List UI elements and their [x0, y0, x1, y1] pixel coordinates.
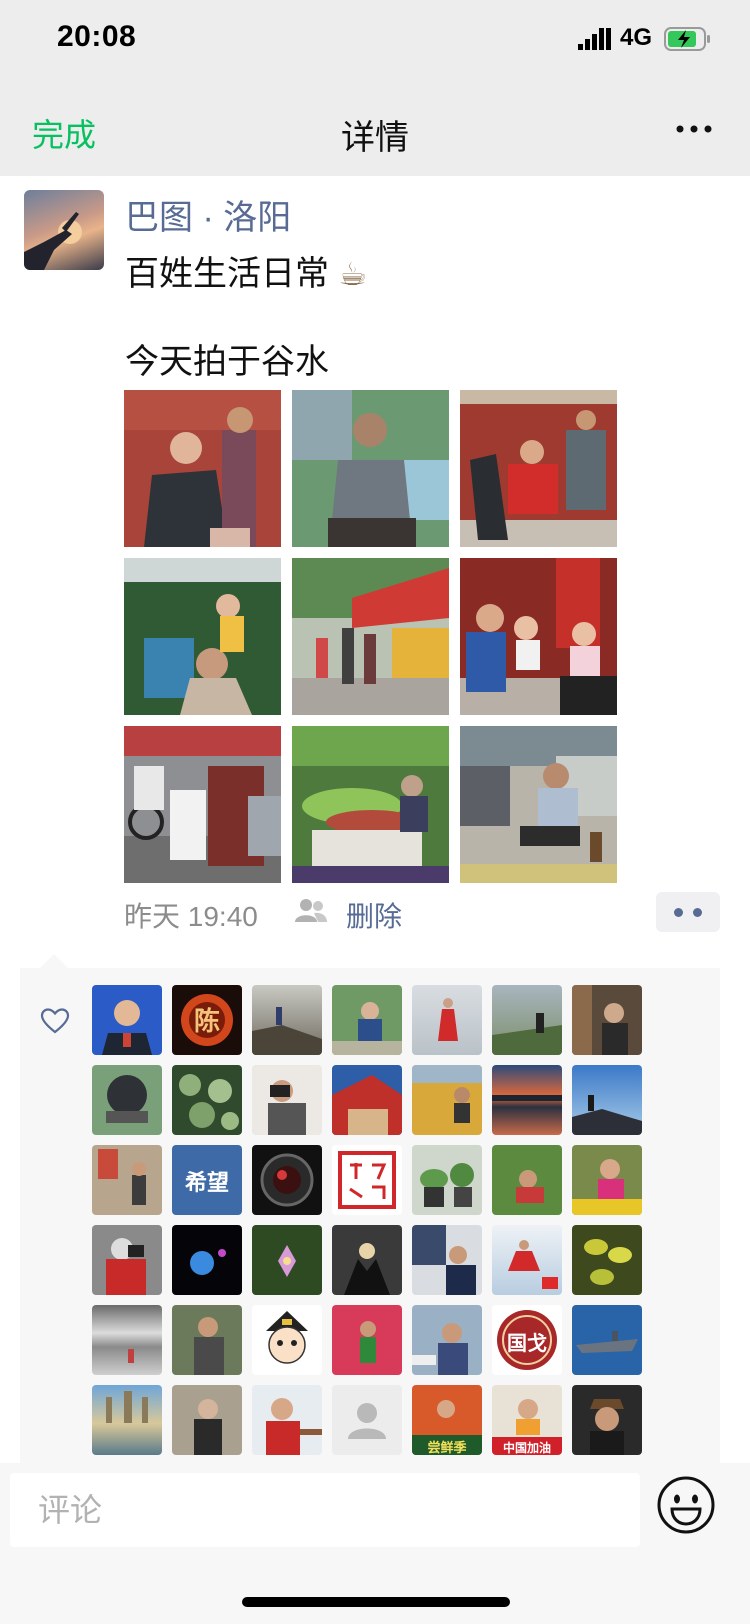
- like-avatar-man-with-poster[interactable]: [412, 1225, 482, 1295]
- like-avatar-woman-red-dress-sea[interactable]: [412, 985, 482, 1055]
- heart-icon: [40, 1008, 70, 1034]
- like-avatar-woman-yellow-flowers[interactable]: [572, 1145, 642, 1215]
- like-avatar-motorcycle-helmet[interactable]: [92, 1065, 162, 1135]
- comment-bar: [0, 1463, 750, 1624]
- photo-street-cyclists[interactable]: [124, 726, 281, 883]
- page-title: 详情: [341, 119, 409, 157]
- like-avatar-street-shop[interactable]: [92, 1145, 162, 1215]
- likes-panel-arrow: [40, 954, 68, 968]
- like-avatar-fire-chen-logo[interactable]: 陈: [172, 985, 242, 1055]
- photo-girl-on-mans-shoulders[interactable]: [124, 558, 281, 715]
- like-avatar-cartoon-boy[interactable]: [252, 1305, 322, 1375]
- visibility-people-icon: [295, 899, 327, 922]
- like-avatar-woman-in-grass[interactable]: [492, 1145, 562, 1215]
- battery-charging-icon: [664, 27, 710, 51]
- photo-vegetable-cart-vendor[interactable]: [292, 726, 449, 883]
- like-avatar-red-seal-calligraphy[interactable]: [332, 1145, 402, 1215]
- status-time: 20:08: [57, 20, 137, 53]
- like-avatar-blue-moon-night[interactable]: [172, 1225, 242, 1295]
- photo-barber-haircut-red-wall[interactable]: [124, 390, 281, 547]
- nav-bar: 完成 详情: [0, 84, 750, 176]
- like-avatar-pagodas-reflection[interactable]: [92, 1385, 162, 1455]
- likes-avatar-grid: 陈 希望 国戈 尝鲜季 中国加油: [92, 985, 642, 1455]
- like-avatar-mountain-silhouette[interactable]: [572, 1065, 642, 1135]
- delete-link[interactable]: 删除: [346, 895, 402, 935]
- like-avatar-lotus-leaves[interactable]: [172, 1065, 242, 1135]
- like-avatar-yellow-leaves[interactable]: [572, 1225, 642, 1295]
- post-text-line2: 今天拍于谷水: [125, 343, 329, 381]
- like-avatar-man-with-camera-tree[interactable]: [172, 1305, 242, 1375]
- avatar-text: 中国加油: [502, 1441, 551, 1455]
- like-avatar-potted-plants[interactable]: [412, 1145, 482, 1215]
- like-avatar-man-red-shirt[interactable]: [252, 1385, 322, 1455]
- like-avatar-sunset-reflection[interactable]: [492, 1065, 562, 1135]
- comment-like-menu-button[interactable]: [656, 892, 720, 932]
- photo-haircut-by-red-gate[interactable]: [460, 390, 617, 547]
- post-text-main: 百姓生活日常: [125, 255, 329, 293]
- like-avatar-photographer-wall[interactable]: [572, 985, 642, 1055]
- author-name[interactable]: 巴图 · 洛阳: [125, 190, 291, 239]
- like-avatar-woman-red-skirt-beach[interactable]: [492, 1225, 562, 1295]
- like-avatar-photographer-camera[interactable]: [252, 1065, 322, 1135]
- like-avatar-hiker-on-hill[interactable]: [492, 985, 562, 1055]
- author-avatar[interactable]: [24, 190, 104, 270]
- like-avatar-hope-text-poster[interactable]: 希望: [172, 1145, 242, 1215]
- like-avatar-man-camera-harbor[interactable]: [412, 1305, 482, 1375]
- photo-man-yawning-seated[interactable]: [292, 390, 449, 547]
- like-avatar-woman-azaleas[interactable]: [332, 1305, 402, 1375]
- like-avatar-man-in-suit[interactable]: [92, 985, 162, 1055]
- photo-family-with-baby[interactable]: [460, 558, 617, 715]
- like-avatar-tiananmen[interactable]: [332, 1065, 402, 1135]
- avatar-text: 陈: [193, 1007, 220, 1037]
- like-avatar-old-man-temple[interactable]: [172, 1385, 242, 1455]
- like-avatar-wheat-field-woman[interactable]: [412, 1065, 482, 1135]
- photo-grid: [124, 390, 620, 884]
- signal-icon: [578, 28, 611, 50]
- photo-street-market-umbrellas[interactable]: [292, 558, 449, 715]
- coffee-cup-icon: ☕: [338, 255, 368, 293]
- more-options-icon[interactable]: [674, 114, 714, 144]
- avatar-text: 尝鲜季: [427, 1441, 467, 1455]
- like-avatar-hands-sunset[interactable]: [332, 1225, 402, 1295]
- comment-input[interactable]: [10, 1473, 640, 1547]
- post-text-line1: 百姓生活日常 ☕: [125, 246, 367, 295]
- like-avatar-default-avatar[interactable]: [332, 1385, 402, 1455]
- avatar-text: 国戈: [507, 1331, 547, 1355]
- emoji-icon[interactable]: [656, 1475, 716, 1535]
- avatar-text: 希望: [184, 1171, 229, 1196]
- like-avatar-pink-orchid[interactable]: [252, 1225, 322, 1295]
- like-avatar-man-seated-outdoors[interactable]: [332, 985, 402, 1055]
- like-avatar-guoge-badge[interactable]: 国戈: [492, 1305, 562, 1375]
- post-timestamp: 昨天 19:40: [124, 901, 258, 932]
- like-avatar-food-banner[interactable]: 尝鲜季: [412, 1385, 482, 1455]
- like-avatar-man-in-cap[interactable]: [572, 1385, 642, 1455]
- network-type: 4G: [620, 24, 653, 51]
- like-avatar-cliff-hiker[interactable]: [252, 985, 322, 1055]
- like-avatar-aircraft-carrier[interactable]: [572, 1305, 642, 1375]
- home-indicator: [242, 1597, 510, 1607]
- like-avatar-camera-lens[interactable]: [252, 1145, 322, 1215]
- photo-elderly-man-smoking[interactable]: [460, 726, 617, 883]
- like-avatar-woman-red-coat-camera[interactable]: [92, 1225, 162, 1295]
- status-bar: 20:08 4G: [0, 0, 750, 84]
- like-avatar-china-jiayou[interactable]: 中国加油: [492, 1385, 562, 1455]
- like-avatar-misty-lake[interactable]: [92, 1305, 162, 1375]
